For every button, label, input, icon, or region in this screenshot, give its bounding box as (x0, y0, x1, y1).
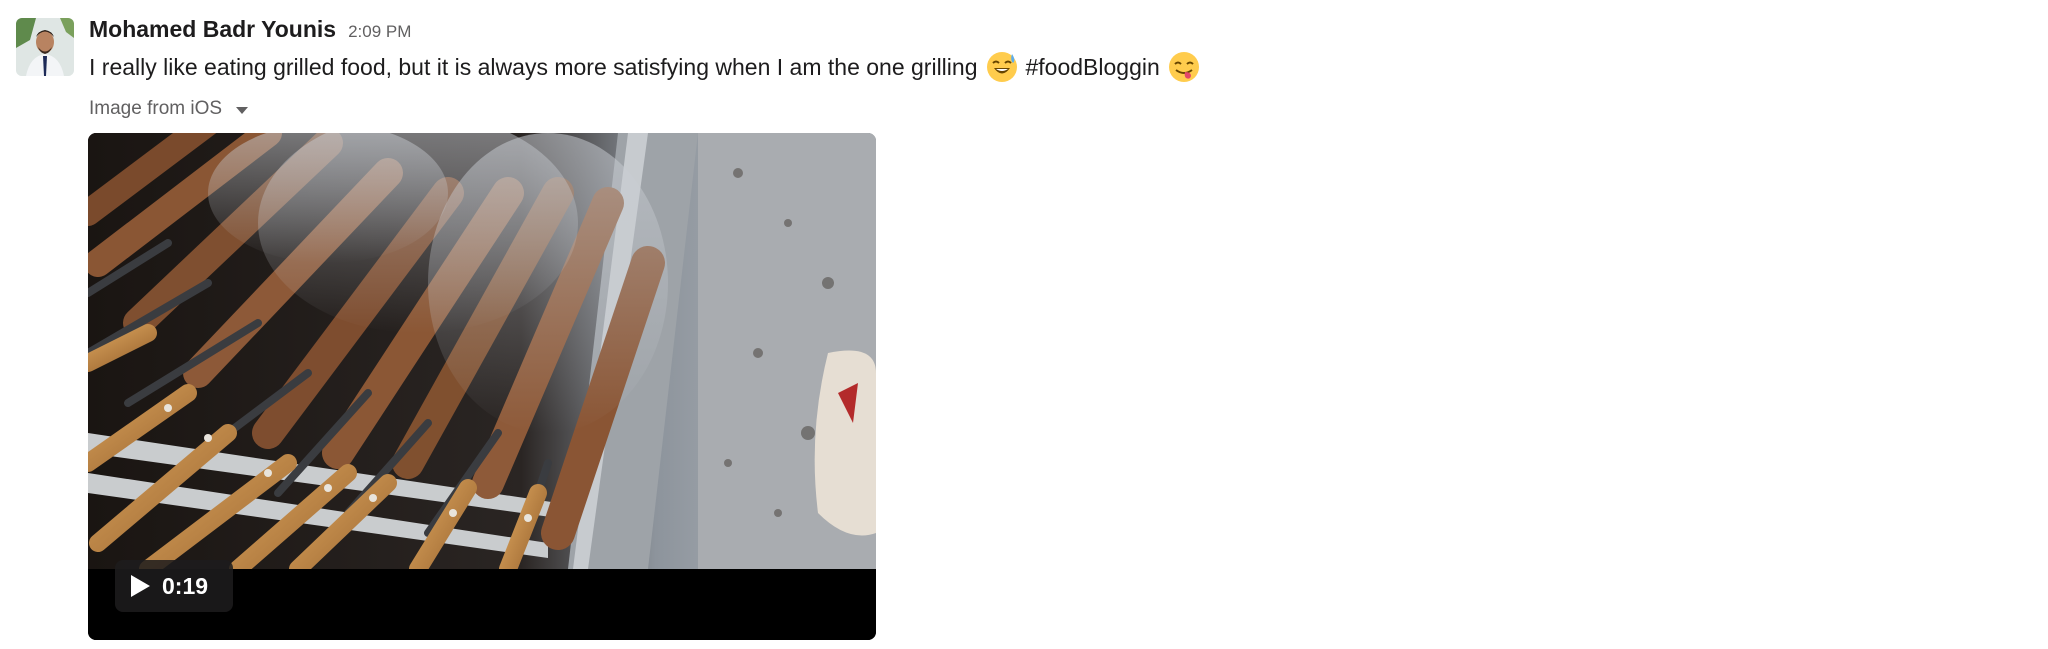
attachment-label[interactable]: Image from iOS (89, 98, 249, 120)
video-duration: 0:19 (162, 572, 209, 599)
play-button[interactable]: 0:19 (115, 560, 233, 612)
avatar-image (16, 18, 74, 76)
video-player[interactable]: 0:19 (88, 133, 876, 640)
play-icon (131, 575, 150, 597)
message: Mohamed Badr Younis 2:09 PM I really lik… (0, 0, 2048, 649)
video-thumbnail[interactable] (88, 133, 876, 569)
message-header: Mohamed Badr Younis 2:09 PM (89, 16, 411, 46)
timestamp[interactable]: 2:09 PM (348, 22, 411, 42)
avatar[interactable] (16, 18, 74, 76)
attachment-title: Image from iOS (89, 98, 223, 119)
caret-down-icon[interactable] (236, 107, 249, 114)
message-body: I really like eating grilled food, but i… (89, 50, 1208, 84)
hashtag[interactable]: #foodBloggin (1026, 50, 1160, 84)
sweat-smile-emoji-icon (986, 51, 1018, 83)
sender-name[interactable]: Mohamed Badr Younis (89, 16, 336, 43)
message-text: I really like eating grilled food, but i… (89, 54, 978, 80)
yum-emoji-icon (1168, 51, 1200, 83)
